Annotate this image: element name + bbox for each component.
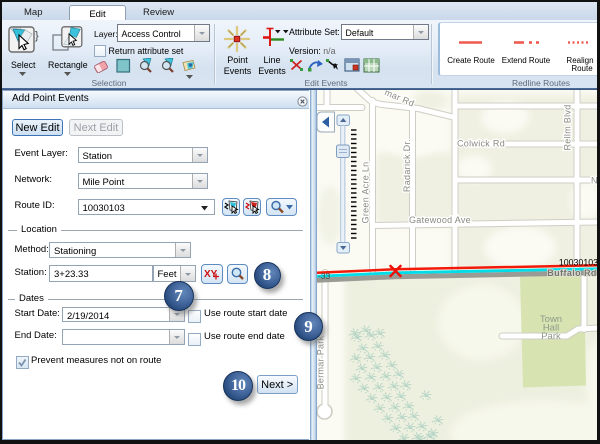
svg-text:10030103: 10030103 [559,257,598,267]
svg-text:Gatewood Ave: Gatewood Ave [409,215,471,225]
svg-text:Events: Events [258,66,286,76]
svg-text:Line: Line [263,55,280,65]
svg-text:}: } [35,30,39,42]
svg-text:Buffalo Rd: Buffalo Rd [547,268,597,278]
svg-text:Route: Route [571,64,593,73]
svg-text:Colwick Rd: Colwick Rd [457,138,505,148]
svg-text:Bermar Park: Bermar Park [317,335,326,389]
svg-text:Park: Park [541,331,561,342]
svg-text:Events: Events [224,66,252,76]
svg-text:N: N [591,175,598,185]
svg-text:-33: -33 [318,271,331,281]
svg-text:Extend Route: Extend Route [502,56,551,65]
svg-text:Radarick Dr.: Radarick Dr. [402,138,412,191]
svg-text:Point: Point [227,55,248,65]
svg-text:Green Acre Ln: Green Acre Ln [361,161,371,223]
svg-text:Create Route: Create Route [447,56,495,65]
svg-text:Rellm Blvd: Rellm Blvd [563,104,573,150]
